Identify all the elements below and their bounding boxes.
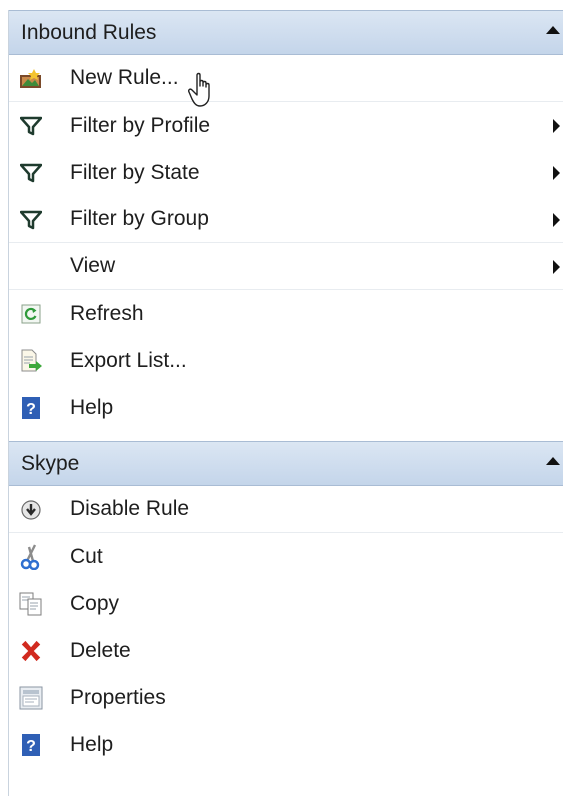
actions-pane: Inbound Rules New Rule... Filter by Prof… <box>8 10 563 796</box>
submenu-arrow-icon <box>553 166 560 180</box>
action-label: Filter by Profile <box>70 113 211 137</box>
action-label: Help <box>70 395 114 419</box>
disable-icon <box>19 498 43 522</box>
collapse-arrow-icon[interactable] <box>546 457 560 465</box>
action-copy[interactable]: Copy <box>9 580 563 627</box>
action-label: Properties <box>70 685 166 709</box>
action-label: View <box>70 254 116 277</box>
hand-cursor-icon <box>188 72 210 107</box>
action-label: Help <box>70 732 114 756</box>
action-label: Filter by State <box>70 160 200 184</box>
svg-text:?: ? <box>26 401 36 418</box>
action-new-rule[interactable]: New Rule... <box>9 55 563 102</box>
filter-icon <box>19 161 43 185</box>
help-icon: ? <box>19 396 43 420</box>
action-help[interactable]: ? Help <box>9 721 563 768</box>
properties-icon <box>19 686 43 710</box>
refresh-icon <box>19 302 43 326</box>
action-refresh[interactable]: Refresh <box>9 290 563 337</box>
action-help[interactable]: ? Help <box>9 384 563 431</box>
action-filter-by-profile[interactable]: Filter by Profile <box>9 102 563 149</box>
section-header-inbound-rules[interactable]: Inbound Rules <box>9 10 563 55</box>
action-label: New Rule... <box>70 66 179 89</box>
new-rule-icon <box>19 67 43 91</box>
section-title: Skype <box>21 451 80 475</box>
action-label: Export List... <box>70 348 187 372</box>
delete-icon <box>19 639 43 663</box>
action-delete[interactable]: Delete <box>9 627 563 674</box>
action-label: Filter by Group <box>70 207 209 230</box>
action-view[interactable]: View <box>9 243 563 290</box>
copy-icon <box>19 592 43 616</box>
action-filter-by-group[interactable]: Filter by Group <box>9 196 563 243</box>
filter-icon <box>19 208 43 232</box>
section-header-skype[interactable]: Skype <box>9 441 563 486</box>
help-icon: ? <box>19 733 43 757</box>
filter-icon <box>19 114 43 138</box>
submenu-arrow-icon <box>553 213 560 227</box>
section-title: Inbound Rules <box>21 20 157 44</box>
action-label: Disable Rule <box>70 497 190 520</box>
action-label: Delete <box>70 638 131 662</box>
action-label: Cut <box>70 544 103 568</box>
action-label: Refresh <box>70 301 144 325</box>
submenu-arrow-icon <box>553 260 560 274</box>
svg-text:?: ? <box>26 738 36 755</box>
action-properties[interactable]: Properties <box>9 674 563 721</box>
action-label: Copy <box>70 591 120 615</box>
submenu-arrow-icon <box>553 119 560 133</box>
action-cut[interactable]: Cut <box>9 533 563 580</box>
action-disable-rule[interactable]: Disable Rule <box>9 486 563 533</box>
cut-icon <box>19 544 43 570</box>
action-filter-by-state[interactable]: Filter by State <box>9 149 563 196</box>
collapse-arrow-icon[interactable] <box>546 26 560 34</box>
export-icon <box>19 349 43 373</box>
action-export-list[interactable]: Export List... <box>9 337 563 384</box>
